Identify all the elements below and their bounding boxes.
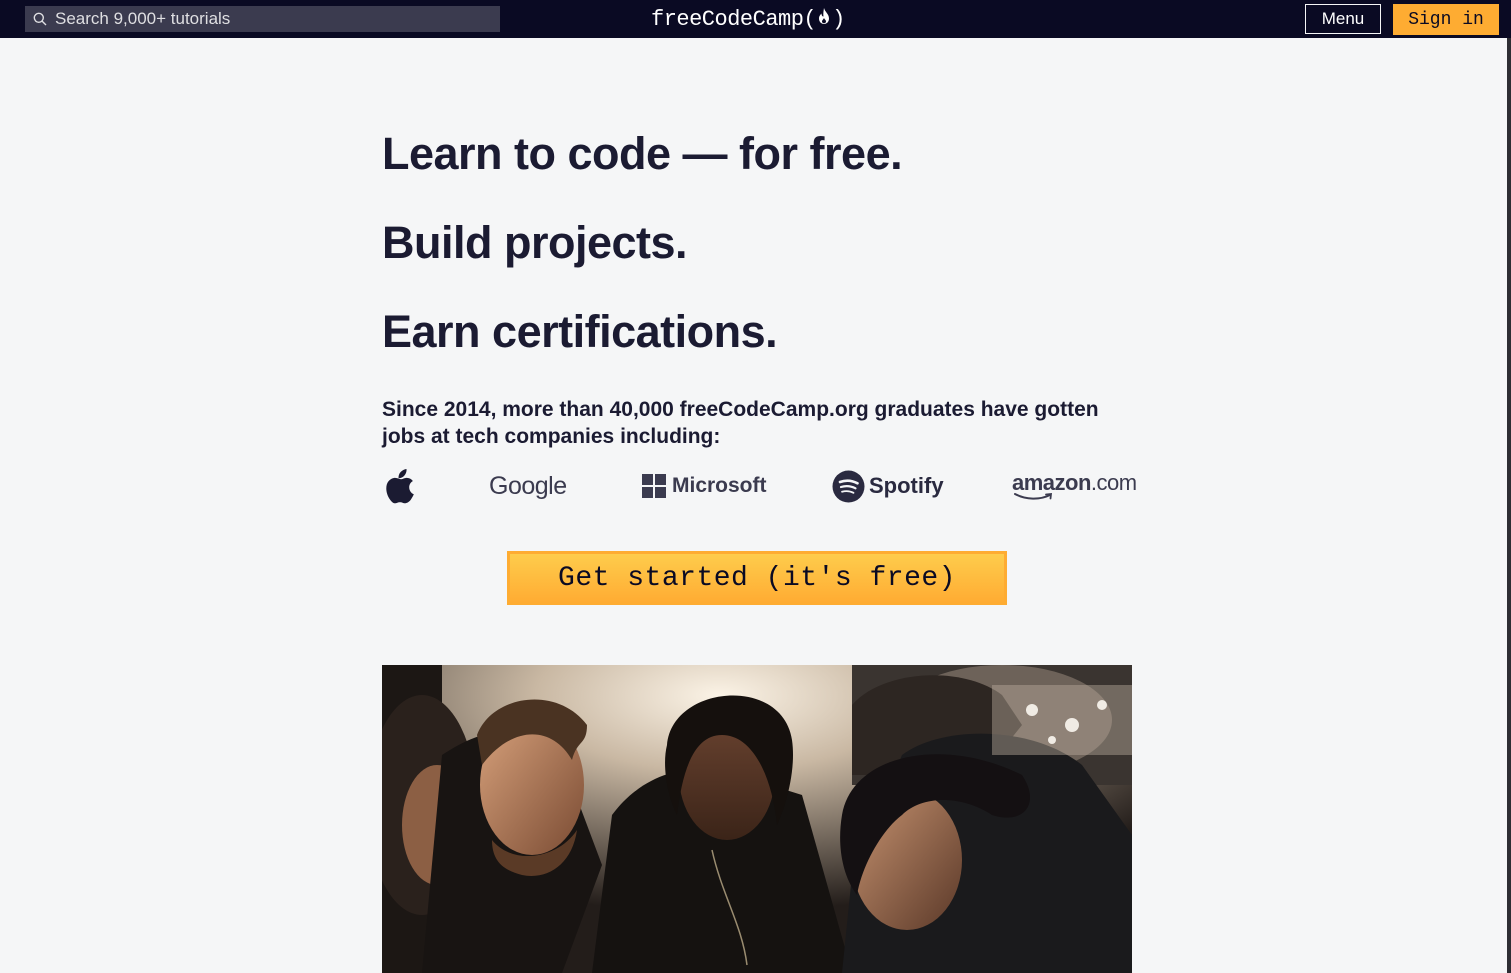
apple-logo-icon: [386, 462, 416, 510]
students-photo: [382, 665, 1132, 973]
amazon-logo: amazon.com: [1012, 462, 1137, 510]
brand-text-right: ): [832, 6, 845, 32]
amazon-logo-suffix: .com: [1090, 469, 1137, 495]
microsoft-windows-icon: [642, 474, 666, 498]
microsoft-logo-text: Microsoft: [672, 474, 767, 497]
get-started-button[interactable]: Get started (it's free): [507, 551, 1007, 605]
search-input[interactable]: [55, 9, 475, 29]
google-logo: Google: [489, 471, 567, 500]
graduates-text: Since 2014, more than 40,000 freeCodeCam…: [382, 398, 1099, 448]
flame-icon: [817, 7, 831, 32]
top-navbar: freeCodeCamp( ) Menu Sign in: [0, 0, 1511, 38]
window-edge: [1507, 38, 1511, 973]
hero-heading-build: Build projects.: [382, 217, 688, 268]
microsoft-logo: Microsoft: [642, 462, 767, 510]
company-logos: Google Microsoft Spotify amazon.com: [382, 462, 1137, 512]
hero-heading-learn: Learn to code — for free.: [382, 128, 903, 179]
sign-in-button[interactable]: Sign in: [1393, 4, 1499, 35]
brand-text-left: freeCodeCamp(: [651, 6, 817, 32]
menu-button[interactable]: Menu: [1305, 4, 1381, 34]
spotify-icon: [832, 470, 865, 502]
hero-heading-earn: Earn certifications.: [382, 306, 778, 357]
spotify-logo: Spotify: [832, 462, 944, 510]
amazon-smile-icon: [1014, 492, 1053, 500]
search-bar[interactable]: [25, 6, 500, 32]
freecodecamp-logo[interactable]: freeCodeCamp( ): [651, 5, 845, 33]
search-icon: [33, 12, 47, 26]
spotify-logo-text: Spotify: [869, 473, 944, 498]
